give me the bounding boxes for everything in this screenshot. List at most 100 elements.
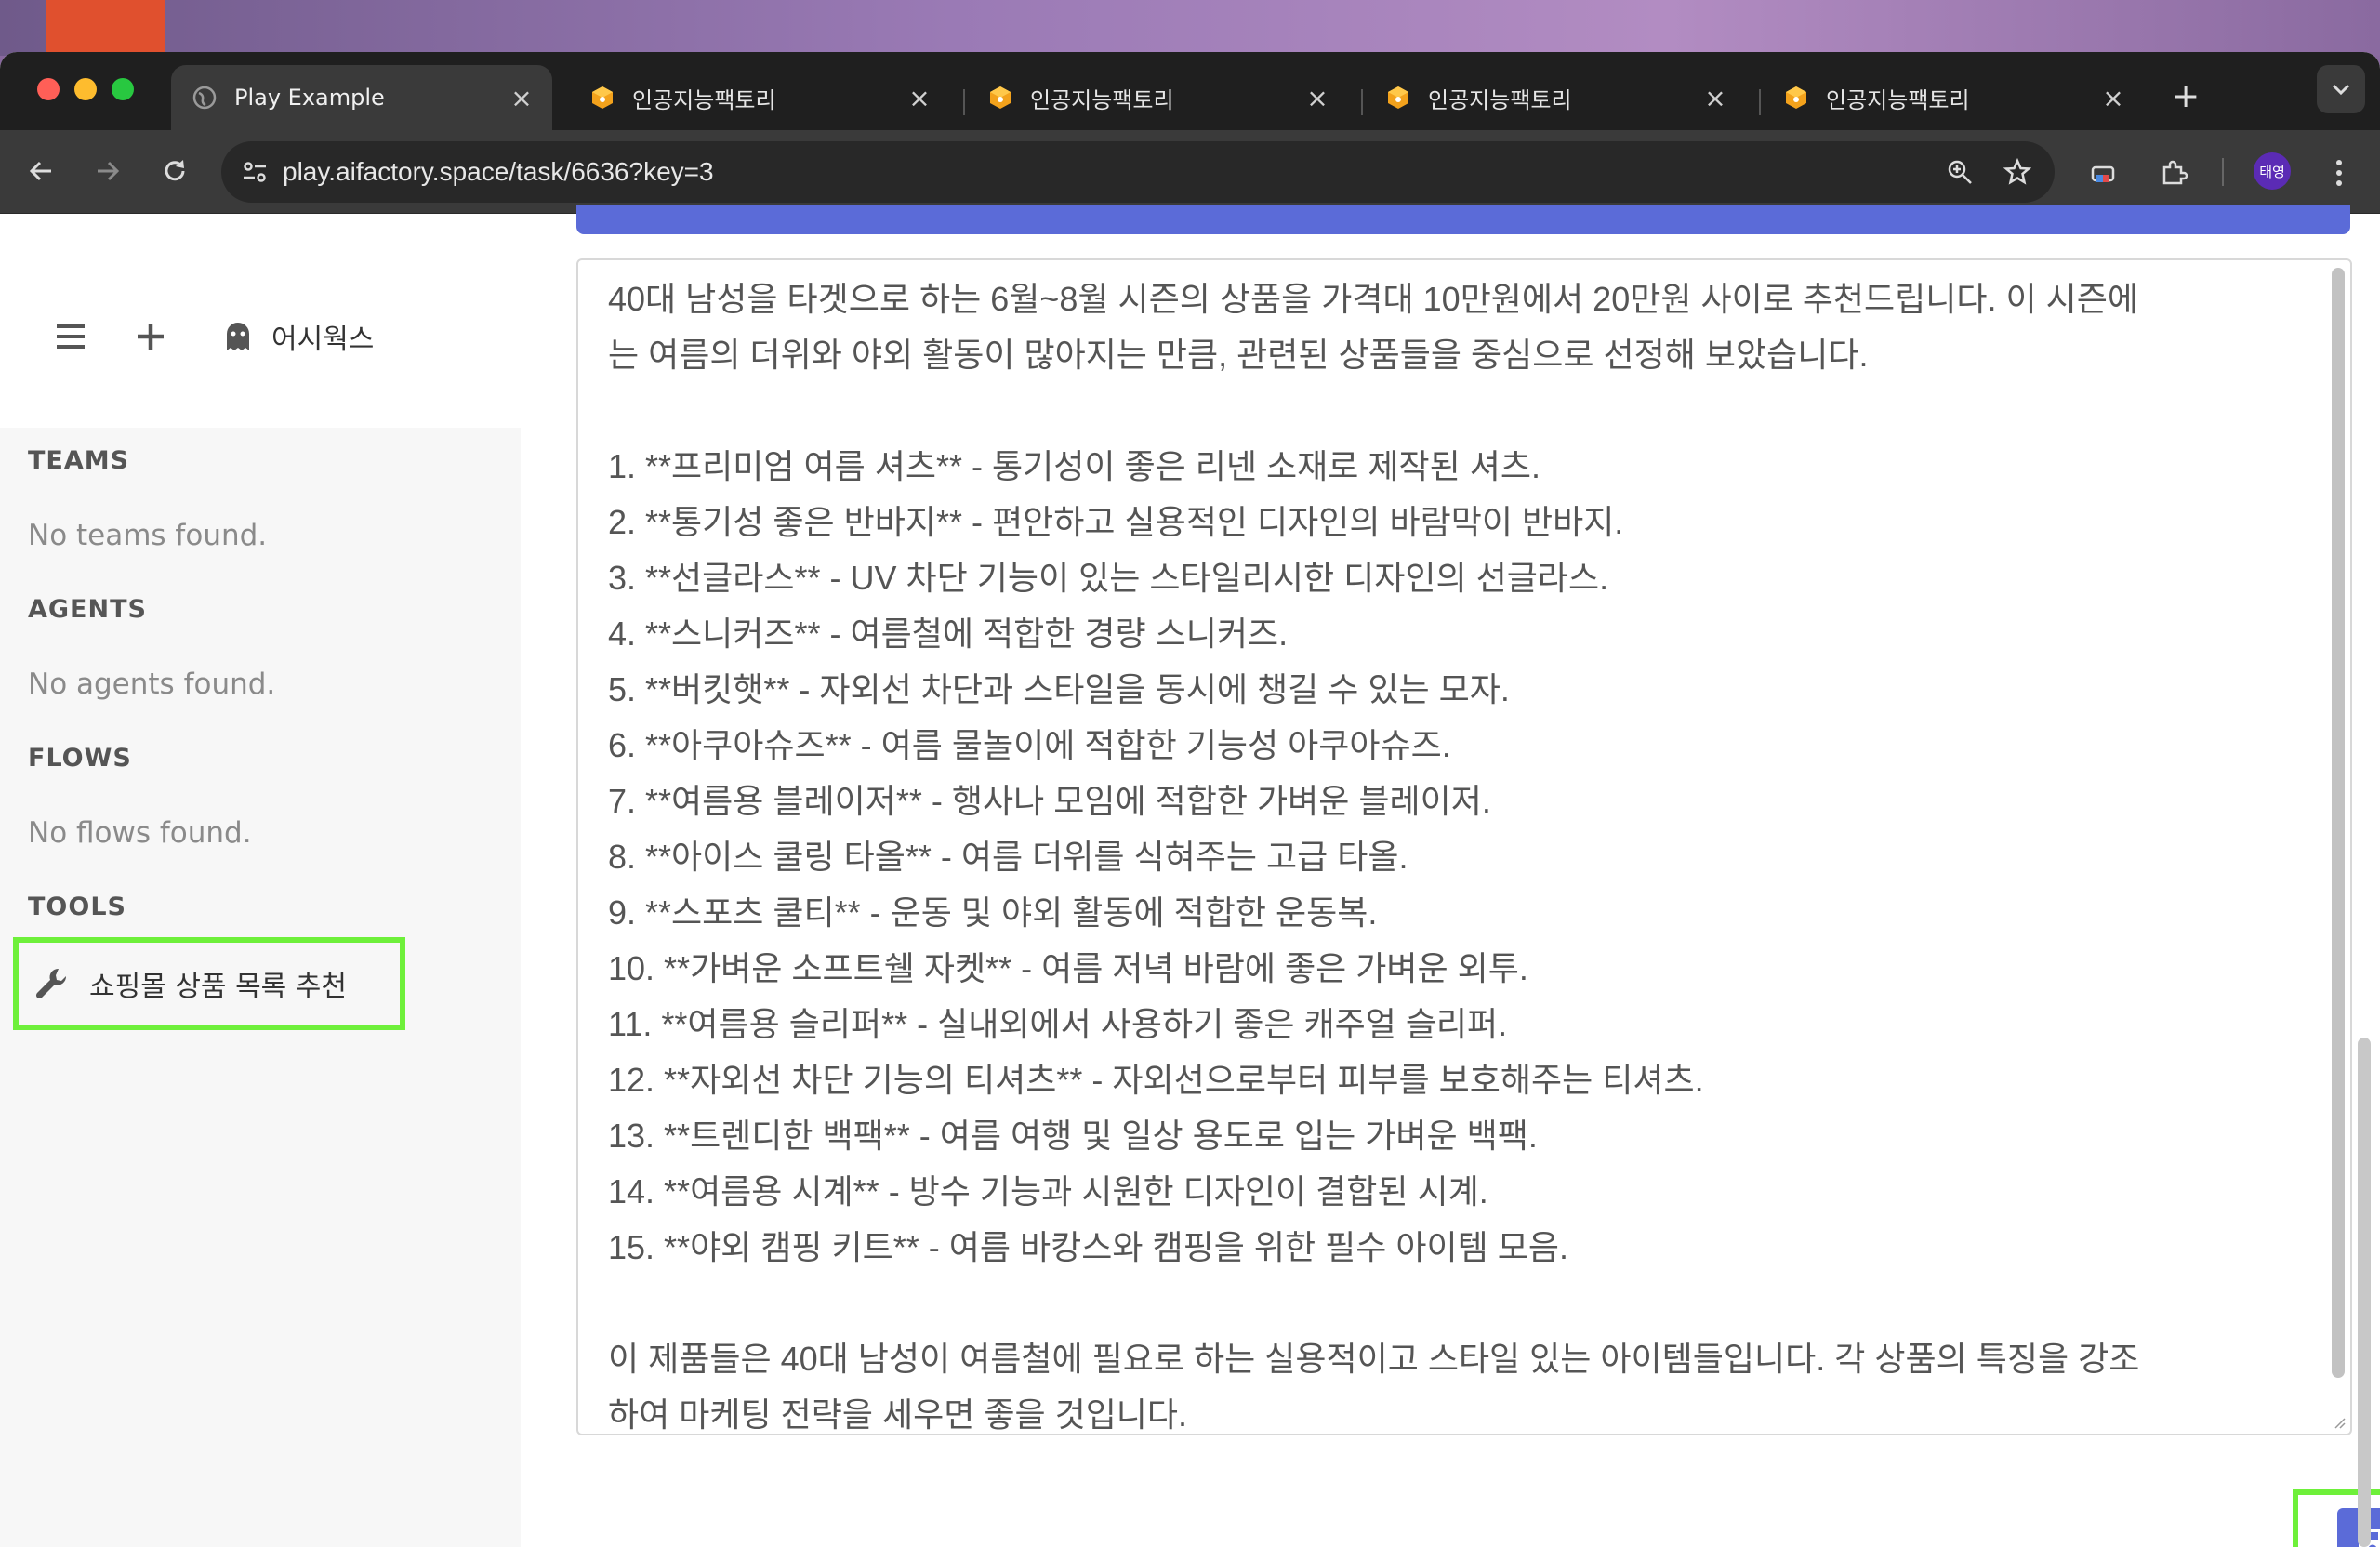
profile-avatar[interactable]: 태영 — [2254, 152, 2291, 190]
output-line: 8. **아이스 쿨링 타올** - 여름 더위를 식혀주는 고급 타올. — [608, 838, 1408, 876]
header-bar — [576, 205, 2350, 234]
agents-empty-text: No agents found. — [28, 668, 276, 701]
tab-close-icon[interactable]: × — [1305, 83, 1329, 113]
browser-menu-button[interactable] — [2319, 152, 2360, 193]
output-textarea[interactable]: 40대 남성을 타겟으로 하는 6월~8월 시즌의 상품을 가격대 10만원에서… — [576, 258, 2352, 1435]
output-line: 2. **통기성 좋은 반바지** - 편안하고 실용적인 디자인의 바람막이 … — [608, 503, 1624, 541]
output-line: 7. **여름용 블레이저** - 행사나 모임에 적합한 가벼운 블레이저. — [608, 782, 1491, 820]
page-scrollbar[interactable] — [2358, 1038, 2371, 1547]
output-line: 하여 마케팅 전략을 세우면 좋을 것입니다. — [608, 1395, 1188, 1434]
output-line: 이 제품들은 40대 남성이 여름철에 필요로 하는 실용적이고 스타일 있는 … — [608, 1340, 2140, 1378]
browser-window: Play Example × 인공지능팩토리 × 인공지능팩토리 × 인공지능팩… — [0, 52, 2380, 1547]
desktop-app-icon — [46, 0, 165, 54]
output-line: 5. **버킷햇** - 자외선 차단과 스타일을 동시에 챙길 수 있는 모자… — [608, 670, 1510, 708]
globe-icon — [192, 86, 217, 110]
star-icon — [2003, 158, 2031, 185]
tab-title: 인공지능팩토리 — [1826, 86, 1970, 113]
section-title-agents: AGENTS — [28, 595, 147, 624]
output-line: 는 여름의 더위와 야외 활동이 많아지는 만큼, 관련된 상품들을 중심으로 … — [608, 336, 1869, 374]
section-title-tools: TOOLS — [28, 892, 126, 921]
window-minimize-button[interactable] — [74, 78, 97, 100]
forward-button[interactable] — [89, 152, 126, 190]
zoom-button[interactable] — [1939, 152, 1980, 192]
tab-play-example[interactable]: Play Example × — [171, 65, 552, 130]
workspace-name[interactable]: 어시웍스 — [271, 316, 374, 357]
resize-handle-icon[interactable] — [2332, 1415, 2347, 1430]
output-line: 14. **여름용 시계** - 방수 기능과 시원한 디자인이 결합된 시계. — [608, 1172, 1488, 1210]
plus-icon — [138, 324, 164, 350]
tab-aifactory-2[interactable]: 인공지능팩토리 × — [967, 65, 1348, 130]
chevron-down-icon — [2332, 84, 2350, 96]
reload-button[interactable] — [156, 152, 193, 190]
output-line: 12. **자외선 차단 기능의 티셔츠** - 자외선으로부터 피부를 보호해… — [608, 1061, 1704, 1099]
tab-close-icon[interactable]: × — [907, 83, 932, 113]
sidebar: 어시웍스 TEAMS No teams found. AGENTS No age… — [0, 214, 521, 1547]
page-content: 어시웍스 TEAMS No teams found. AGENTS No age… — [0, 205, 2380, 1547]
cast-button[interactable] — [2082, 152, 2123, 193]
printer-icon — [2091, 165, 2115, 182]
puzzle-icon — [2162, 160, 2188, 185]
tab-title: 인공지능팩토리 — [1428, 86, 1572, 113]
tab-aifactory-1[interactable]: 인공지능팩토리 × — [569, 65, 950, 130]
output-line: 3. **선글라스** - UV 차단 기능이 있는 스타일리시한 디자인의 선… — [608, 559, 1609, 597]
tab-divider — [1361, 89, 1363, 115]
toolbar-divider — [2222, 158, 2224, 186]
tab-aifactory-3[interactable]: 인공지능팩토리 × — [1365, 65, 1746, 130]
more-vert-icon — [2336, 160, 2342, 186]
teams-empty-text: No teams found. — [28, 519, 268, 552]
back-button[interactable] — [22, 152, 60, 190]
browser-toolbar: play.aifactory.space/task/6636?key=3 태영 — [0, 130, 2380, 214]
output-line: 6. **아쿠아슈즈** - 여름 물놀이에 적합한 기능성 아쿠아슈즈. — [608, 726, 1451, 764]
window-close-button[interactable] — [37, 78, 60, 100]
aifactory-cube-icon — [1388, 86, 1408, 109]
tab-search-button[interactable] — [2317, 65, 2365, 113]
window-maximize-button[interactable] — [112, 78, 134, 100]
output-line: 1. **프리미엄 여름 셔츠** - 통기성이 좋은 리넨 소재로 제작된 셔… — [608, 447, 1540, 485]
tab-title: 인공지능팩토리 — [632, 86, 776, 113]
textarea-scrollbar[interactable] — [2332, 268, 2345, 1378]
tab-close-icon[interactable]: × — [509, 83, 534, 113]
wrench-icon — [35, 968, 67, 999]
output-line: 15. **야외 캠핑 키트** - 여름 바캉스와 캠핑을 위한 필수 아이템… — [608, 1228, 1568, 1266]
ghost-icon — [219, 318, 257, 355]
arrow-right-icon — [98, 161, 120, 181]
tab-close-icon[interactable]: × — [1703, 83, 1727, 113]
output-line: 40대 남성을 타겟으로 하는 6월~8월 시즌의 상품을 가격대 10만원에서… — [608, 280, 2139, 318]
hamburger-icon — [57, 324, 85, 349]
desktop-background — [0, 0, 2380, 56]
section-title-teams: TEAMS — [28, 446, 130, 475]
output-text: 40대 남성을 타겟으로 하는 6월~8월 시즌의 상품을 가격대 10만원에서… — [608, 271, 2276, 1434]
add-button[interactable] — [132, 318, 169, 355]
tab-title: 인공지능팩토리 — [1030, 86, 1174, 113]
output-line: 9. **스포츠 쿨티** - 운동 및 야외 활동에 적합한 운동복. — [608, 893, 1378, 932]
flows-empty-text: No flows found. — [28, 816, 252, 850]
tool-label: 쇼핑몰 상품 목록 추천 — [89, 971, 348, 1003]
sidebar-header: 어시웍스 — [0, 214, 521, 428]
extensions-button[interactable] — [2153, 152, 2194, 193]
aifactory-cube-icon — [592, 86, 613, 109]
sidebar-item-shopping-recommend[interactable]: 쇼핑몰 상품 목록 추천 — [13, 937, 405, 1030]
new-tab-button[interactable]: + — [2172, 80, 2200, 113]
aifactory-cube-icon — [1786, 86, 1806, 109]
section-title-flows: FLOWS — [28, 744, 132, 773]
tab-divider — [963, 89, 965, 115]
arrow-left-icon — [29, 161, 51, 181]
output-line: 10. **가벼운 소프트쉘 자켓** - 여름 저녁 바람에 좋은 가벼운 외… — [608, 949, 1528, 987]
menu-button[interactable] — [52, 318, 89, 355]
aifactory-cube-icon — [990, 86, 1011, 109]
site-info-icon[interactable] — [238, 155, 271, 189]
tab-divider — [1759, 89, 1761, 115]
tab-strip: Play Example × 인공지능팩토리 × 인공지능팩토리 × 인공지능팩… — [0, 52, 2380, 130]
address-bar[interactable]: play.aifactory.space/task/6636?key=3 — [221, 141, 2055, 203]
tab-close-icon[interactable]: × — [2101, 83, 2125, 113]
url-text[interactable]: play.aifactory.space/task/6636?key=3 — [283, 157, 1939, 187]
bookmark-button[interactable] — [1997, 152, 2038, 192]
tab-aifactory-4[interactable]: 인공지능팩토리 × — [1763, 65, 2144, 130]
output-line: 4. **스니커즈** - 여름철에 적합한 경량 스니커즈. — [608, 615, 1289, 653]
tab-title: Play Example — [234, 85, 385, 111]
reload-icon — [165, 160, 185, 181]
output-line: 11. **여름용 슬리퍼** - 실내외에서 사용하기 좋은 캐주얼 슬리퍼. — [608, 1005, 1508, 1043]
main-panel: 40대 남성을 타겟으로 하는 6월~8월 시즌의 상품을 가격대 10만원에서… — [521, 205, 2380, 1547]
